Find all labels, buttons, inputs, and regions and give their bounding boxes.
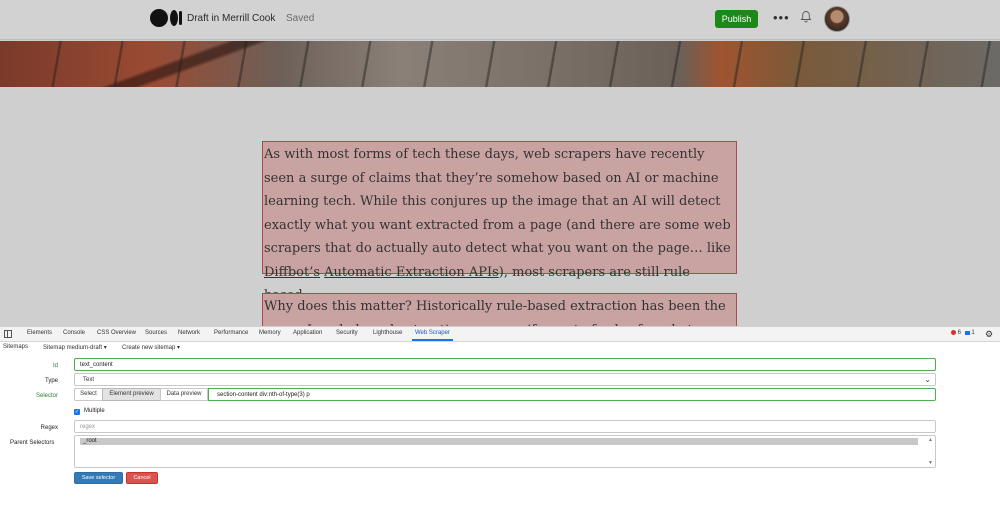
publish-button[interactable]: Publish <box>715 10 758 28</box>
draft-title: Draft in Merrill Cook <box>187 13 276 24</box>
notifications-bell-icon[interactable] <box>800 10 812 28</box>
select-button[interactable]: Select <box>74 388 103 401</box>
tab-console[interactable]: Console <box>63 330 85 336</box>
tab-network[interactable]: Network <box>178 330 200 336</box>
error-count: 6 <box>957 330 962 337</box>
devtools-panel: Elements Console CSS Overview Sources Ne… <box>0 326 1000 505</box>
tab-application[interactable]: Application <box>293 330 322 336</box>
settings-gear-icon[interactable]: ⚙ <box>985 329 993 340</box>
save-status: Saved <box>286 13 315 24</box>
type-label: Type <box>44 378 58 384</box>
issues-counter[interactable]: 6 1 <box>951 330 975 336</box>
selector-type-select[interactable]: Text ⌄ <box>74 373 936 386</box>
tab-elements[interactable]: Elements <box>27 330 52 336</box>
highlighted-paragraph: Why does this matter? Historically rule-… <box>262 293 737 326</box>
parent-selectors-label: Parent Selectors <box>10 440 55 446</box>
message-icon <box>964 330 970 335</box>
id-label: Id <box>52 363 58 369</box>
cancel-button[interactable]: Cancel <box>126 472 158 484</box>
chevron-down-icon: ⌄ <box>924 375 931 384</box>
parent-selectors-list[interactable]: _root ▲ ▼ <box>74 435 936 468</box>
multiple-label: Multiple <box>84 408 105 414</box>
page-viewport: Draft in Merrill Cook Saved Publish ••• … <box>0 0 1000 326</box>
error-icon <box>951 330 956 335</box>
nav-sitemaps[interactable]: Sitemaps <box>3 344 28 350</box>
editor-topbar: Draft in Merrill Cook Saved Publish ••• <box>0 0 1000 40</box>
user-avatar[interactable] <box>824 6 850 32</box>
parent-option-root[interactable]: _root <box>80 438 918 445</box>
scroll-down-icon[interactable]: ▼ <box>928 460 933 466</box>
devtools-tab-bar: Elements Console CSS Overview Sources Ne… <box>0 327 1000 342</box>
tab-lighthouse[interactable]: Lighthouse <box>373 330 402 336</box>
regex-input[interactable]: regex <box>74 420 936 433</box>
tab-css-overview[interactable]: CSS Overview <box>97 330 136 336</box>
save-selector-button[interactable]: Save selector <box>74 472 123 484</box>
automatic-extraction-link[interactable]: Automatic Extraction APIs <box>324 265 499 280</box>
data-preview-button[interactable]: Data preview <box>160 388 208 401</box>
more-options-icon[interactable]: ••• <box>773 10 790 25</box>
device-toggle-icon[interactable] <box>4 330 12 338</box>
selector-label: Selector <box>35 393 58 399</box>
tab-web-scraper[interactable]: Web Scraper <box>412 330 453 341</box>
scraper-nav: Sitemaps Sitemap medium-draft ▾ Create n… <box>0 342 1000 354</box>
tab-memory[interactable]: Memory <box>259 330 281 336</box>
multiple-checkbox[interactable]: ✓ <box>74 409 80 415</box>
tab-security[interactable]: Security <box>336 330 358 336</box>
scroll-up-icon[interactable]: ▲ <box>928 437 933 443</box>
css-selector-input[interactable]: section-content div:nth-of-type(3) p <box>208 388 936 401</box>
highlighted-paragraph: As with most forms of tech these days, w… <box>262 141 737 303</box>
element-preview-button[interactable]: Element preview <box>102 388 161 401</box>
medium-logo[interactable] <box>150 9 182 29</box>
paragraph-text: As with most forms of tech these days, w… <box>264 147 731 256</box>
type-value: Text <box>83 377 95 383</box>
paragraph-text: Why does this matter? Historically rule-… <box>264 299 726 326</box>
nav-create-sitemap[interactable]: Create new sitemap ▾ <box>122 344 180 351</box>
nav-current-sitemap[interactable]: Sitemap medium-draft ▾ <box>43 344 107 351</box>
tab-performance[interactable]: Performance <box>214 330 248 336</box>
regex-label: Regex <box>40 425 58 431</box>
hero-image <box>0 41 1000 87</box>
message-count: 1 <box>971 330 975 337</box>
diffbot-link[interactable]: Diffbot’s <box>264 265 320 280</box>
tab-sources[interactable]: Sources <box>145 330 167 336</box>
selector-id-input[interactable]: text_content <box>74 358 936 371</box>
